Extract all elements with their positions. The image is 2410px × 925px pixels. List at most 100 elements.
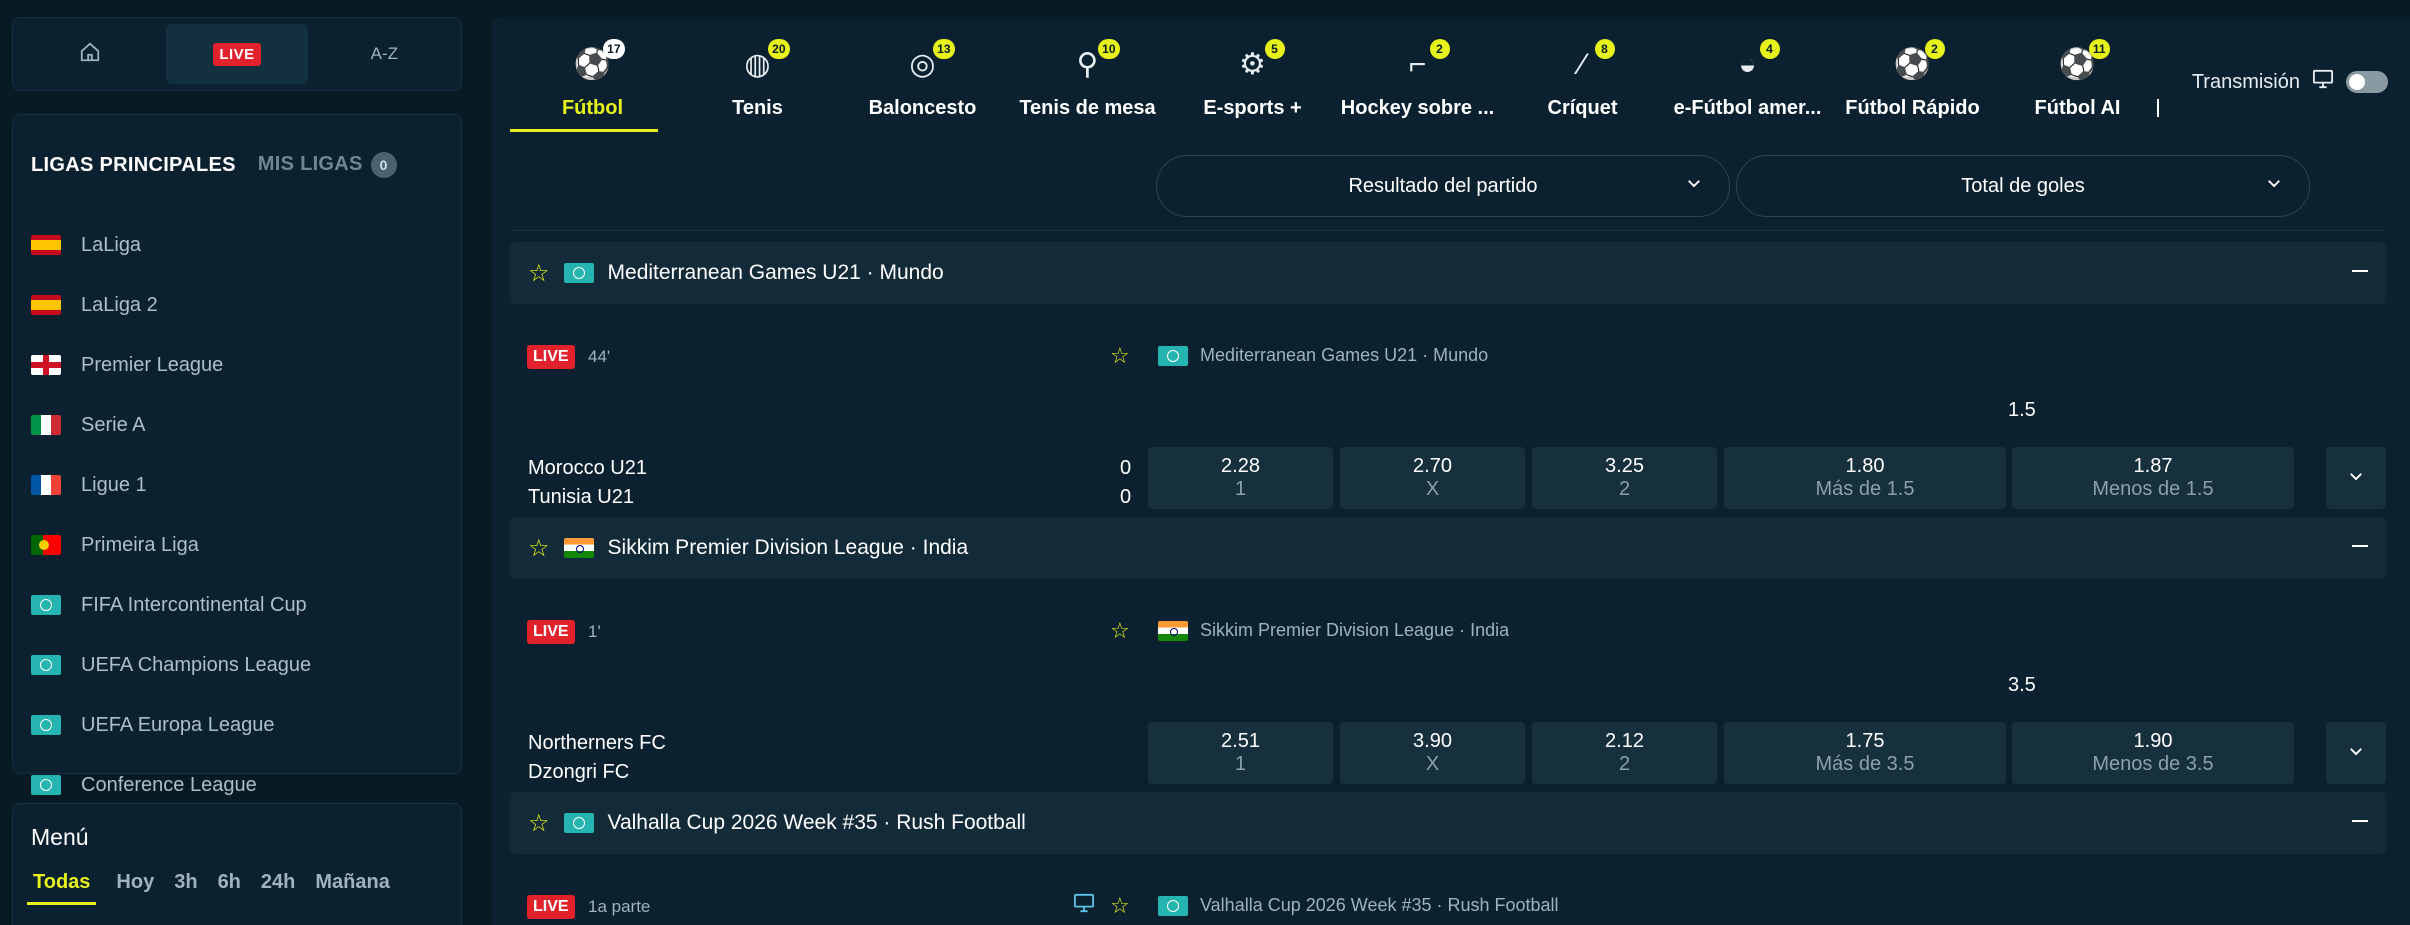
odds-button[interactable]: 1.75 Más de 3.5 xyxy=(1724,722,2006,784)
sport-label: Hockey sobre ... xyxy=(1340,97,1495,119)
tab-criquet[interactable]: ⁄ 8 Críquet xyxy=(1500,17,1665,132)
tab-futbol-rapido[interactable]: ⚽ 2 Fútbol Rápido xyxy=(1830,17,1995,132)
odds-button[interactable]: 2.51 1 xyxy=(1148,722,1333,784)
league-label: Ligue 1 xyxy=(81,473,147,496)
league-header[interactable]: ☆ Sikkim Premier Division League · India xyxy=(510,517,2386,579)
spain-flag-icon xyxy=(31,295,61,315)
time-filter-tab[interactable]: Mañana xyxy=(315,867,389,905)
league-label: Conference League xyxy=(81,773,257,796)
odds-button[interactable]: 2.28 1 xyxy=(1148,447,1333,509)
star-icon[interactable]: ☆ xyxy=(1110,618,1130,644)
tab-hockey[interactable]: ⌐ 2 Hockey sobre ... xyxy=(1335,17,1500,132)
sport-label: Tenis de mesa xyxy=(1019,97,1156,119)
sport-label: Tenis xyxy=(732,97,783,119)
sports-tabs: ⚽ 17 Fútbol ◍ 20 Tenis ◎ 13 Baloncesto ⚲ 10 … xyxy=(510,17,2159,137)
tab-my-leagues-label: MIS LIGAS xyxy=(257,153,363,175)
star-icon[interactable]: ☆ xyxy=(1110,893,1130,919)
time-filter-tab[interactable]: 24h xyxy=(261,867,295,905)
sport-count-badge: 2 xyxy=(1924,39,1945,59)
league-name: Mediterranean Games U21 · Mundo xyxy=(607,261,944,284)
chevron-down-icon xyxy=(1685,174,1703,197)
stream-toggle[interactable] xyxy=(2346,71,2388,93)
league-item[interactable]: FIFA Intercontinental Cup xyxy=(13,575,461,635)
odds-label: Más de 1.5 xyxy=(1815,478,1915,500)
live-tab[interactable]: LIVE xyxy=(166,24,308,84)
stream-label: Transmisión xyxy=(2191,70,2300,93)
league-item[interactable]: LaLiga 2 xyxy=(13,275,461,335)
odds-label: Menos de 3.5 xyxy=(2092,753,2214,775)
top-nav: LIVE A-Z xyxy=(12,17,462,91)
basketball-icon: ◎ 13 xyxy=(903,39,955,85)
time-filter-tab[interactable]: 6h xyxy=(218,867,241,905)
time-filter-tab[interactable]: Todas xyxy=(27,867,97,905)
odds-button[interactable]: 2.12 2 xyxy=(1532,722,1717,784)
more-markets-button[interactable] xyxy=(2326,722,2386,784)
live-badge: LIVE xyxy=(527,345,575,369)
league-header[interactable]: ☆ Valhalla Cup 2026 Week #35 · Rush Foot… xyxy=(510,792,2386,854)
market-select-label: Total de goles xyxy=(1961,174,2085,197)
ai-football-icon: ⚽ 11 xyxy=(2058,39,2110,85)
odds-button[interactable]: 1.80 Más de 1.5 xyxy=(1724,447,2006,509)
tab-e-futbol-americano[interactable]: ◒ 4 e-Fútbol amer... xyxy=(1665,17,1830,132)
star-icon[interactable]: ☆ xyxy=(528,809,550,838)
tv-icon[interactable] xyxy=(1073,893,1095,919)
live-badge: LIVE xyxy=(527,620,575,644)
odds-button[interactable]: 2.70 X xyxy=(1340,447,1525,509)
odds-button[interactable]: 3.90 X xyxy=(1340,722,1525,784)
time-filter-tab[interactable]: Hoy xyxy=(116,867,154,905)
star-icon[interactable]: ☆ xyxy=(1110,343,1130,369)
time-filter-tab[interactable]: 3h xyxy=(174,867,197,905)
match-league: Valhalla Cup 2026 Week #35 · Rush Footba… xyxy=(1158,895,1559,916)
market-select-result[interactable]: Resultado del partido xyxy=(1156,155,1730,217)
home-tab[interactable] xyxy=(19,24,160,84)
league-item[interactable]: UEFA Europa League xyxy=(13,695,461,755)
globe-icon xyxy=(31,775,61,795)
more-markets-button[interactable] xyxy=(2326,447,2386,509)
league-item[interactable]: Primeira Liga xyxy=(13,515,461,575)
odds-value: 3.90 xyxy=(1413,730,1452,752)
league-label: Premier League xyxy=(81,353,224,376)
chevron-down-icon xyxy=(2347,467,2365,490)
star-icon[interactable]: ☆ xyxy=(528,259,550,288)
match-minute: 1' xyxy=(588,622,601,641)
away-score: 0 xyxy=(1120,486,1132,508)
england-flag-icon xyxy=(31,355,61,375)
globe-icon xyxy=(563,813,594,833)
globe-icon xyxy=(1158,345,1188,366)
az-tab[interactable]: A-Z xyxy=(314,24,455,84)
leagues-panel: LIGAS PRINCIPALES MIS LIGAS 0 LaLiga LaLi… xyxy=(12,114,462,796)
odds-button[interactable]: 3.25 2 xyxy=(1532,447,1717,509)
home-icon xyxy=(79,41,101,68)
odds-value: 1.90 xyxy=(2133,730,2173,752)
match-league: Sikkim Premier Division League · India xyxy=(1158,620,1509,641)
odds-button[interactable]: 1.90 Menos de 3.5 xyxy=(2012,722,2294,784)
league-item[interactable]: Serie A xyxy=(13,395,461,455)
collapse-icon[interactable] xyxy=(2352,820,2368,822)
collapse-icon[interactable] xyxy=(2352,545,2368,547)
portugal-flag-icon xyxy=(31,535,61,555)
tab-principal-leagues[interactable]: LIGAS PRINCIPALES xyxy=(31,154,236,177)
odds-label: 2 xyxy=(1618,753,1631,775)
league-label: Primeira Liga xyxy=(81,533,199,556)
market-select-goals[interactable]: Total de goles xyxy=(1736,155,2310,217)
sport-count-badge: 8 xyxy=(1594,39,1615,59)
league-header[interactable]: ☆ Mediterranean Games U21 · Mundo xyxy=(510,242,2386,304)
globe-icon xyxy=(563,263,594,283)
tab-tenis-de-mesa[interactable]: ⚲ 10 Tenis de mesa xyxy=(1005,17,1170,132)
tab-futbol[interactable]: ⚽ 17 Fútbol xyxy=(510,17,675,132)
league-item[interactable]: Premier League xyxy=(13,335,461,395)
star-icon[interactable]: ☆ xyxy=(528,534,550,563)
india-flag-icon xyxy=(563,538,594,558)
india-flag-icon xyxy=(1158,620,1188,641)
league-item[interactable]: LaLiga xyxy=(13,215,461,275)
odds-value: 2.51 xyxy=(1221,730,1260,752)
odds-button[interactable]: 1.87 Menos de 1.5 xyxy=(2012,447,2294,509)
league-item[interactable]: UEFA Champions League xyxy=(13,635,461,695)
tab-tenis[interactable]: ◍ 20 Tenis xyxy=(675,17,840,132)
collapse-icon[interactable] xyxy=(2352,270,2368,272)
tab-esports[interactable]: ⚙ 5 E-sports + xyxy=(1170,17,1335,132)
league-item[interactable]: Ligue 1 xyxy=(13,455,461,515)
tab-my-leagues[interactable]: MIS LIGAS 0 xyxy=(258,152,397,178)
tab-futbol-ai[interactable]: ⚽ 11 Fútbol AI xyxy=(1995,17,2160,132)
tab-baloncesto[interactable]: ◎ 13 Baloncesto xyxy=(840,17,1005,132)
